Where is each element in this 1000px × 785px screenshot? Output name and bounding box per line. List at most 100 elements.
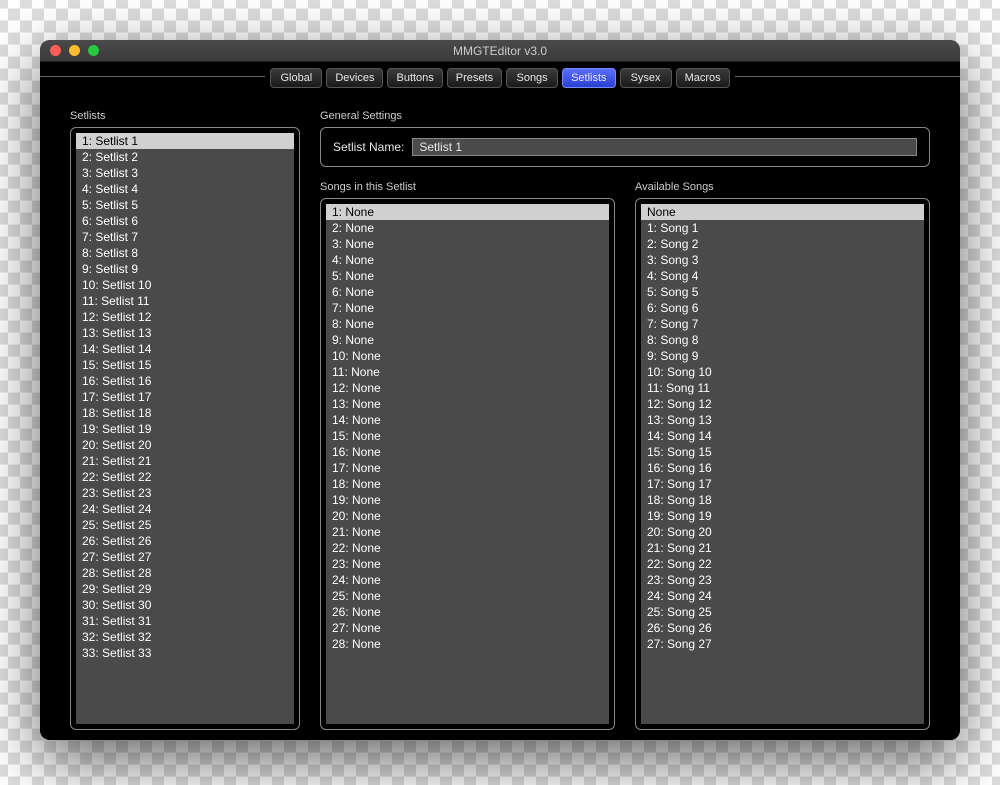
song-in-item[interactable]: 27: None xyxy=(326,620,609,636)
available-song-item[interactable]: 1: Song 1 xyxy=(641,220,924,236)
available-song-item[interactable]: 17: Song 17 xyxy=(641,476,924,492)
song-in-item[interactable]: 18: None xyxy=(326,476,609,492)
setlist-item[interactable]: 23: Setlist 23 xyxy=(76,485,294,501)
tab-songs[interactable]: Songs xyxy=(506,68,558,88)
song-in-item[interactable]: 28: None xyxy=(326,636,609,652)
available-song-item[interactable]: 15: Song 15 xyxy=(641,444,924,460)
available-song-item[interactable]: 12: Song 12 xyxy=(641,396,924,412)
tab-devices[interactable]: Devices xyxy=(326,68,383,88)
available-song-item[interactable]: 2: Song 2 xyxy=(641,236,924,252)
tab-buttons[interactable]: Buttons xyxy=(387,68,442,88)
setlist-item[interactable]: 18: Setlist 18 xyxy=(76,405,294,421)
available-listbox[interactable]: None1: Song 12: Song 23: Song 34: Song 4… xyxy=(641,204,924,724)
setlist-item[interactable]: 4: Setlist 4 xyxy=(76,181,294,197)
setlist-item[interactable]: 12: Setlist 12 xyxy=(76,309,294,325)
available-song-item[interactable]: 10: Song 10 xyxy=(641,364,924,380)
setlist-item[interactable]: 26: Setlist 26 xyxy=(76,533,294,549)
setlist-item[interactable]: 6: Setlist 6 xyxy=(76,213,294,229)
song-in-item[interactable]: 16: None xyxy=(326,444,609,460)
setlist-item[interactable]: 33: Setlist 33 xyxy=(76,645,294,661)
available-song-item[interactable]: 24: Song 24 xyxy=(641,588,924,604)
song-in-item[interactable]: 12: None xyxy=(326,380,609,396)
available-song-item[interactable]: 27: Song 27 xyxy=(641,636,924,652)
tab-presets[interactable]: Presets xyxy=(447,68,502,88)
song-in-item[interactable]: 23: None xyxy=(326,556,609,572)
available-song-item[interactable]: 19: Song 19 xyxy=(641,508,924,524)
song-in-item[interactable]: 25: None xyxy=(326,588,609,604)
song-in-item[interactable]: 2: None xyxy=(326,220,609,236)
available-song-item[interactable]: 11: Song 11 xyxy=(641,380,924,396)
setlist-item[interactable]: 13: Setlist 13 xyxy=(76,325,294,341)
setlists-listbox[interactable]: 1: Setlist 12: Setlist 23: Setlist 34: S… xyxy=(76,133,294,724)
setlist-item[interactable]: 5: Setlist 5 xyxy=(76,197,294,213)
available-song-item[interactable]: 23: Song 23 xyxy=(641,572,924,588)
available-song-item[interactable]: 16: Song 16 xyxy=(641,460,924,476)
setlist-item[interactable]: 11: Setlist 11 xyxy=(76,293,294,309)
song-in-item[interactable]: 8: None xyxy=(326,316,609,332)
available-song-item[interactable]: 7: Song 7 xyxy=(641,316,924,332)
setlist-item[interactable]: 20: Setlist 20 xyxy=(76,437,294,453)
setlist-item[interactable]: 17: Setlist 17 xyxy=(76,389,294,405)
song-in-item[interactable]: 20: None xyxy=(326,508,609,524)
available-song-item[interactable]: 26: Song 26 xyxy=(641,620,924,636)
songs-in-listbox[interactable]: 1: None2: None3: None4: None5: None6: No… xyxy=(326,204,609,724)
available-song-item[interactable]: 20: Song 20 xyxy=(641,524,924,540)
setlist-item[interactable]: 28: Setlist 28 xyxy=(76,565,294,581)
zoom-icon[interactable] xyxy=(88,45,99,56)
setlist-item[interactable]: 30: Setlist 30 xyxy=(76,597,294,613)
setlist-item[interactable]: 15: Setlist 15 xyxy=(76,357,294,373)
tab-setlists[interactable]: Setlists xyxy=(562,68,615,88)
close-icon[interactable] xyxy=(50,45,61,56)
setlist-item[interactable]: 22: Setlist 22 xyxy=(76,469,294,485)
setlist-item[interactable]: 14: Setlist 14 xyxy=(76,341,294,357)
available-song-item[interactable]: 6: Song 6 xyxy=(641,300,924,316)
song-in-item[interactable]: 15: None xyxy=(326,428,609,444)
song-in-item[interactable]: 7: None xyxy=(326,300,609,316)
song-in-item[interactable]: 9: None xyxy=(326,332,609,348)
available-song-item[interactable]: 21: Song 21 xyxy=(641,540,924,556)
setlist-item[interactable]: 9: Setlist 9 xyxy=(76,261,294,277)
setlist-item[interactable]: 27: Setlist 27 xyxy=(76,549,294,565)
available-song-item[interactable]: 25: Song 25 xyxy=(641,604,924,620)
setlist-item[interactable]: 21: Setlist 21 xyxy=(76,453,294,469)
setlist-item[interactable]: 1: Setlist 1 xyxy=(76,133,294,149)
setlist-item[interactable]: 2: Setlist 2 xyxy=(76,149,294,165)
song-in-item[interactable]: 11: None xyxy=(326,364,609,380)
available-song-item[interactable]: 13: Song 13 xyxy=(641,412,924,428)
available-song-item[interactable]: 3: Song 3 xyxy=(641,252,924,268)
tab-sysex[interactable]: Sysex xyxy=(620,68,672,88)
setlist-item[interactable]: 3: Setlist 3 xyxy=(76,165,294,181)
setlist-item[interactable]: 10: Setlist 10 xyxy=(76,277,294,293)
song-in-item[interactable]: 21: None xyxy=(326,524,609,540)
setlist-item[interactable]: 32: Setlist 32 xyxy=(76,629,294,645)
available-song-item[interactable]: 5: Song 5 xyxy=(641,284,924,300)
song-in-item[interactable]: 10: None xyxy=(326,348,609,364)
song-in-item[interactable]: 1: None xyxy=(326,204,609,220)
available-song-item[interactable]: 14: Song 14 xyxy=(641,428,924,444)
song-in-item[interactable]: 22: None xyxy=(326,540,609,556)
available-song-item[interactable]: 22: Song 22 xyxy=(641,556,924,572)
setlist-item[interactable]: 29: Setlist 29 xyxy=(76,581,294,597)
song-in-item[interactable]: 5: None xyxy=(326,268,609,284)
setlist-item[interactable]: 8: Setlist 8 xyxy=(76,245,294,261)
song-in-item[interactable]: 24: None xyxy=(326,572,609,588)
song-in-item[interactable]: 19: None xyxy=(326,492,609,508)
setlist-item[interactable]: 25: Setlist 25 xyxy=(76,517,294,533)
song-in-item[interactable]: 4: None xyxy=(326,252,609,268)
setlist-item[interactable]: 19: Setlist 19 xyxy=(76,421,294,437)
available-song-item[interactable]: 9: Song 9 xyxy=(641,348,924,364)
song-in-item[interactable]: 13: None xyxy=(326,396,609,412)
setlist-item[interactable]: 7: Setlist 7 xyxy=(76,229,294,245)
song-in-item[interactable]: 3: None xyxy=(326,236,609,252)
available-song-item[interactable]: None xyxy=(641,204,924,220)
setlist-item[interactable]: 16: Setlist 16 xyxy=(76,373,294,389)
setlist-item[interactable]: 31: Setlist 31 xyxy=(76,613,294,629)
minimize-icon[interactable] xyxy=(69,45,80,56)
available-song-item[interactable]: 8: Song 8 xyxy=(641,332,924,348)
tab-macros[interactable]: Macros xyxy=(676,68,730,88)
tab-global[interactable]: Global xyxy=(270,68,322,88)
song-in-item[interactable]: 14: None xyxy=(326,412,609,428)
setlist-item[interactable]: 24: Setlist 24 xyxy=(76,501,294,517)
song-in-item[interactable]: 26: None xyxy=(326,604,609,620)
song-in-item[interactable]: 6: None xyxy=(326,284,609,300)
